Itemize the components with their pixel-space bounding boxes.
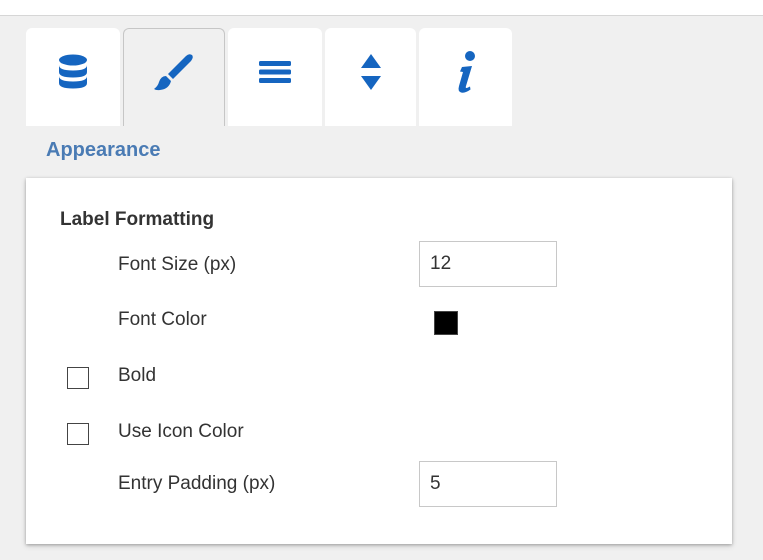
font-size-label: Font Size (px) xyxy=(118,254,237,275)
top-strip xyxy=(0,0,763,16)
entry-padding-label: Entry Padding (px) xyxy=(118,473,276,494)
paintbrush-icon xyxy=(154,53,193,90)
group-title: Label Formatting xyxy=(60,209,215,230)
label-formatting-panel: Label Formatting Font Size (px) Font Col… xyxy=(26,178,732,544)
font-size-input[interactable] xyxy=(419,241,557,287)
bold-checkbox[interactable] xyxy=(67,367,89,389)
use-icon-color-label: Use Icon Color xyxy=(118,421,244,442)
tab-list[interactable] xyxy=(228,28,322,126)
database-icon xyxy=(59,54,87,89)
tab-info[interactable] xyxy=(419,28,512,126)
tab-sort[interactable] xyxy=(325,28,416,126)
font-color-swatch[interactable] xyxy=(434,311,458,335)
info-icon xyxy=(458,51,475,93)
menu-lines-icon xyxy=(259,61,291,83)
bold-label: Bold xyxy=(118,365,157,386)
entry-padding-input[interactable] xyxy=(419,461,557,507)
font-color-label: Font Color xyxy=(118,309,207,330)
section-title: Appearance xyxy=(46,139,161,161)
tab-data[interactable] xyxy=(26,28,120,126)
tab-appearance[interactable] xyxy=(123,28,225,126)
use-icon-color-checkbox[interactable] xyxy=(67,423,89,445)
sort-arrows-icon xyxy=(360,54,381,90)
